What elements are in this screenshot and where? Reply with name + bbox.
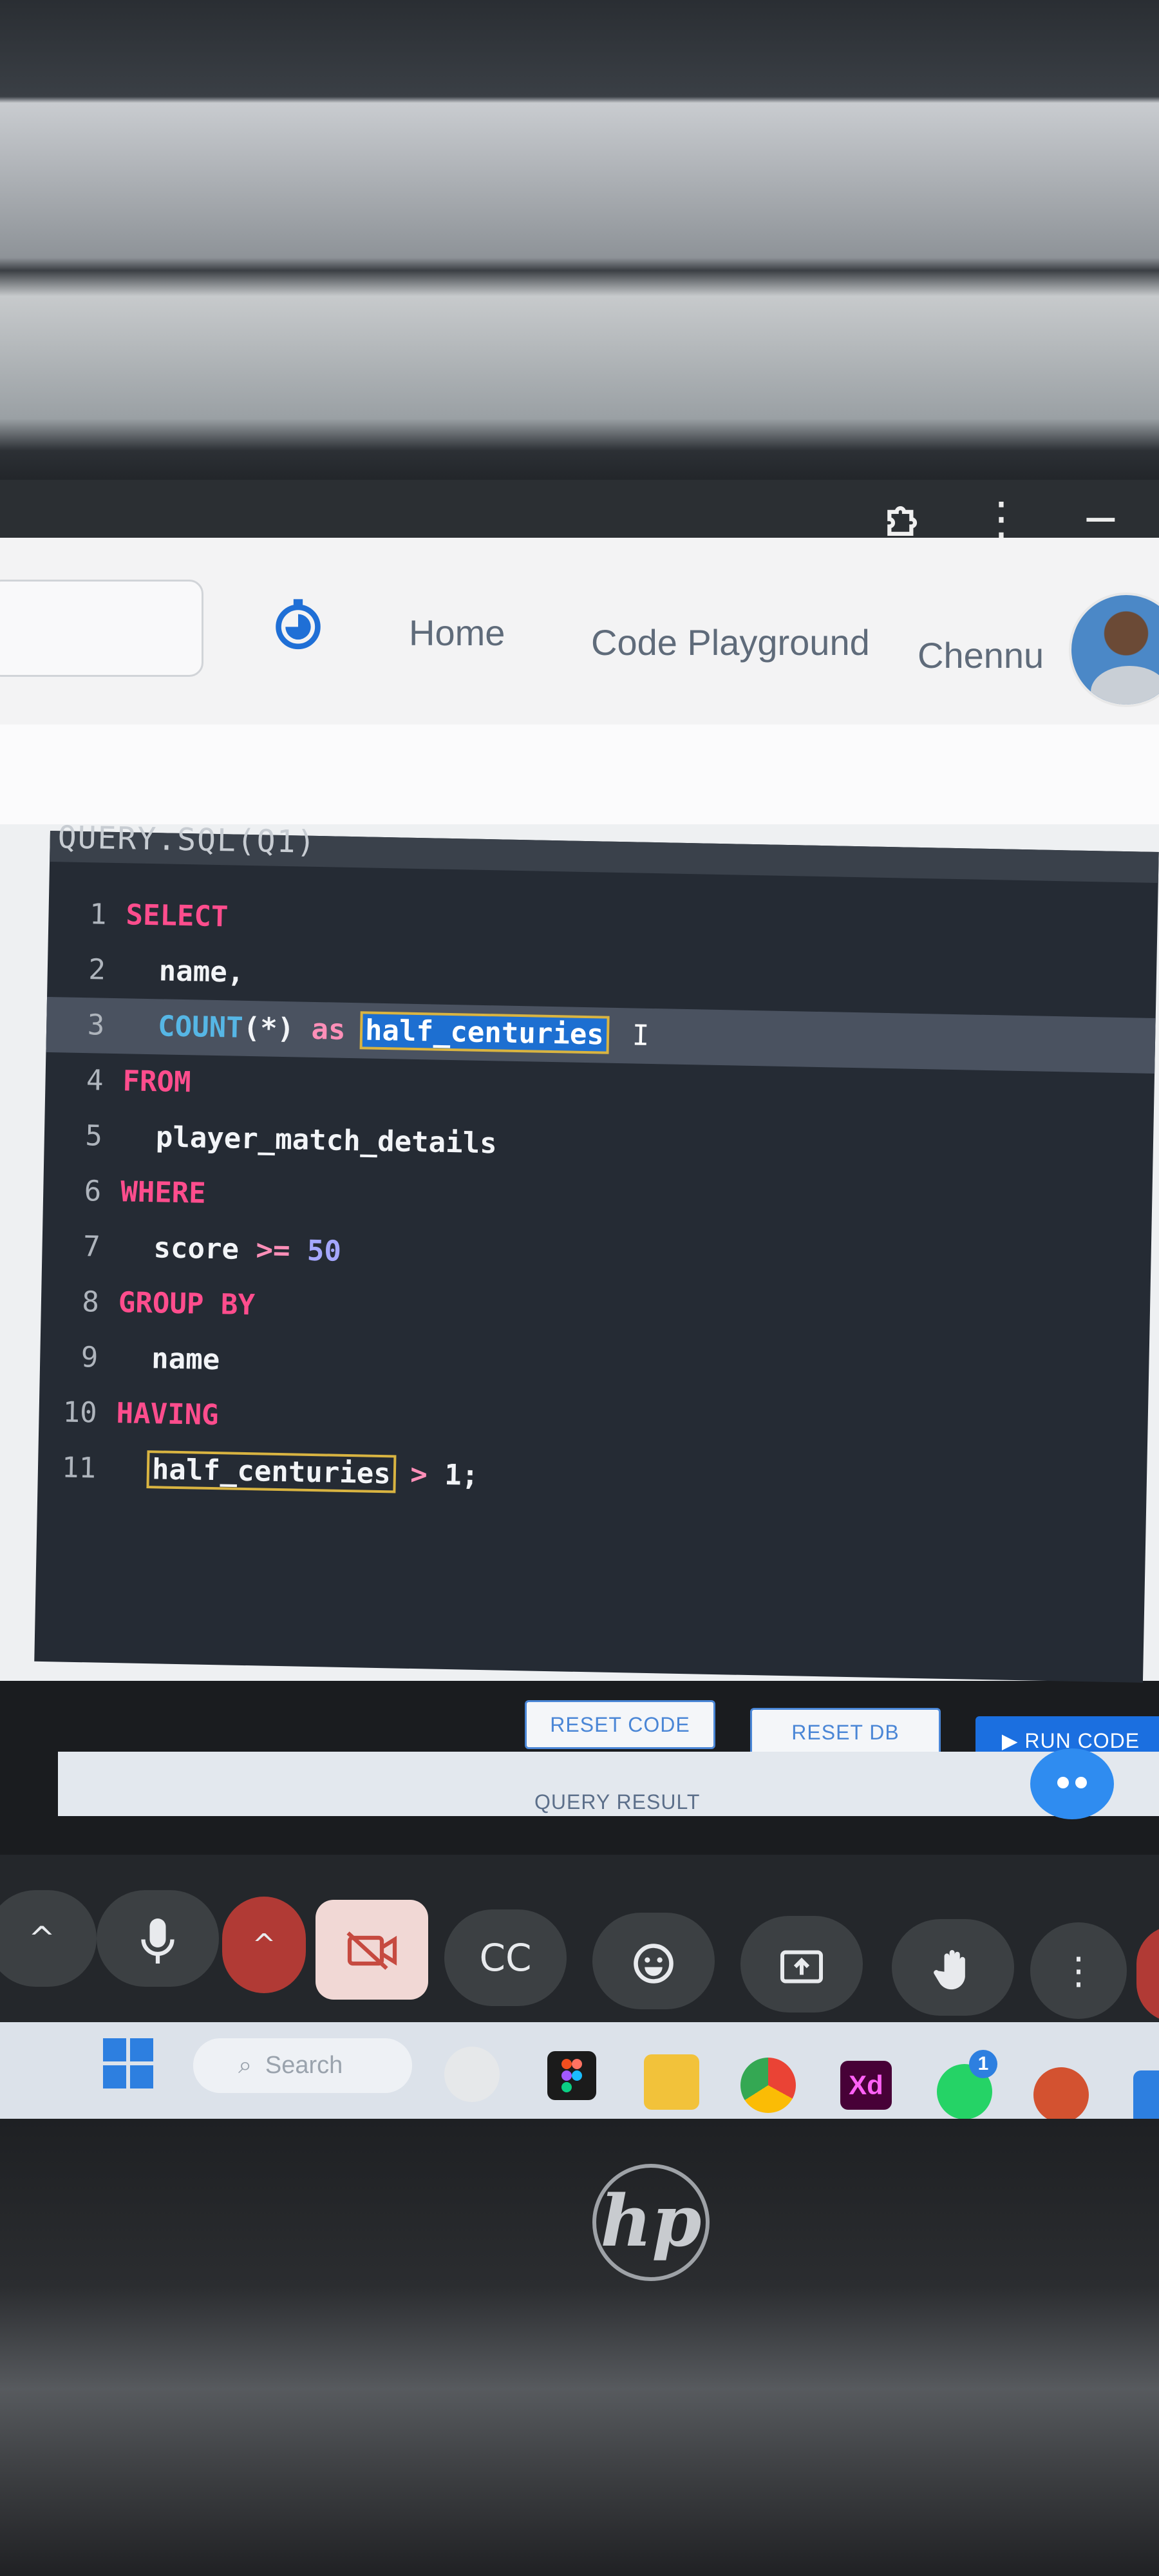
notification-badge: 1	[969, 2050, 997, 2078]
line-number: 6	[84, 1175, 102, 1208]
code-text[interactable]: name	[117, 1331, 220, 1388]
raise-hand-icon[interactable]	[892, 1919, 1014, 2016]
nav-code-playground[interactable]: Code Playground	[591, 621, 870, 663]
taskbar-search-label: Search	[265, 2052, 343, 2079]
line-number: 10	[62, 1396, 98, 1430]
hp-logo: hp	[592, 2164, 710, 2281]
code-token: >=	[255, 1233, 308, 1267]
code-token: 50	[306, 1234, 342, 1268]
code-token: as	[294, 1012, 363, 1047]
nav-home[interactable]: Home	[409, 612, 505, 654]
search-input[interactable]	[0, 580, 203, 677]
code-token: COUNT	[123, 1009, 244, 1045]
figma-icon[interactable]	[547, 2051, 596, 2100]
code-token: name,	[124, 954, 245, 989]
line-number: 4	[86, 1064, 104, 1097]
matched-token: half_centuries	[146, 1450, 397, 1493]
whatsapp-icon[interactable]: 1	[937, 2050, 997, 2119]
laptop-body	[0, 2119, 1159, 2576]
assistant-bot-icon[interactable]	[1030, 1748, 1114, 1819]
line-number: 1	[89, 898, 108, 931]
code-text[interactable]: score >= 50	[119, 1220, 342, 1280]
query-result-label: QUERY RESULT	[534, 1790, 701, 1814]
stopwatch-icon[interactable]	[270, 596, 326, 651]
code-token: (*)	[243, 1011, 295, 1046]
code-text[interactable]: player_match_details	[121, 1109, 497, 1171]
line-number: 9	[80, 1341, 99, 1374]
adobe-xd-icon[interactable]: Xd	[840, 2061, 892, 2110]
code-token: HAVING	[116, 1397, 220, 1432]
search-icon: ⌕	[238, 2052, 252, 2079]
line-number: 11	[61, 1451, 97, 1485]
line-number: 2	[88, 953, 106, 987]
editor-file-title: QUERY.SQL(Q1)	[57, 819, 317, 860]
code-token: FROM	[122, 1065, 191, 1099]
line-number: 7	[82, 1230, 101, 1264]
minimize-icon[interactable]: −	[1082, 496, 1120, 541]
code-text[interactable]: half_centuries > 1;	[115, 1441, 479, 1504]
windows-start-icon[interactable]	[103, 2038, 155, 2090]
code-token: GROUP BY	[118, 1286, 256, 1322]
code-text[interactable]: COUNT(*) as half_centuries I	[123, 998, 650, 1064]
code-text[interactable]: HAVING	[116, 1386, 220, 1443]
monitor-bezel-top	[0, 0, 1159, 489]
code-text[interactable]: WHERE	[120, 1164, 206, 1222]
chevron-up-icon[interactable]: ^	[222, 1897, 306, 1993]
user-name[interactable]: Chennu	[918, 634, 1044, 676]
selected-token: half_centuries	[359, 1010, 610, 1055]
reset-code-button[interactable]: RESET CODE	[525, 1700, 715, 1749]
camera-off-icon[interactable]	[316, 1900, 428, 2000]
code-token: player_match_details	[121, 1120, 498, 1160]
code-text[interactable]: FROM	[122, 1054, 192, 1110]
line-number: 3	[87, 1009, 105, 1042]
widgets-icon[interactable]	[444, 2047, 500, 2102]
line-number: 5	[84, 1119, 103, 1153]
more-menu-icon[interactable]: ⋮	[979, 496, 1024, 541]
code-token: SELECT	[126, 898, 229, 934]
code-token: 1;	[444, 1458, 479, 1492]
code-token: >	[393, 1457, 445, 1492]
captions-button[interactable]: CC	[444, 1909, 567, 2006]
code-text[interactable]: SELECT	[126, 887, 229, 945]
more-options-icon[interactable]: ⋮	[1030, 1922, 1127, 2019]
code-text[interactable]: GROUP BY	[118, 1275, 256, 1333]
code-text[interactable]: name,	[124, 943, 245, 1001]
microphone-icon[interactable]	[97, 1890, 219, 1987]
code-token: name	[117, 1341, 220, 1377]
text-cursor-icon: I	[632, 1019, 650, 1052]
emoji-icon[interactable]	[592, 1913, 715, 2009]
code-token: WHERE	[120, 1175, 207, 1210]
app-icon[interactable]	[1133, 2070, 1159, 2126]
powerpoint-icon[interactable]	[1033, 2067, 1089, 2123]
chrome-icon[interactable]	[740, 2058, 796, 2113]
chevron-up-icon[interactable]: ^	[0, 1890, 97, 1987]
reset-db-button[interactable]: RESET DB	[750, 1708, 941, 1757]
line-number: 8	[81, 1285, 100, 1319]
present-icon[interactable]	[740, 1916, 863, 2012]
code-token: score	[119, 1231, 256, 1267]
code-editor[interactable]: QUERY.SQL(Q1) 1 SELECT 2 name, 3 COUNT(*) a…	[34, 819, 1159, 1683]
taskbar-search[interactable]: ⌕ Search	[193, 2038, 412, 2093]
file-explorer-icon[interactable]	[644, 2054, 699, 2110]
